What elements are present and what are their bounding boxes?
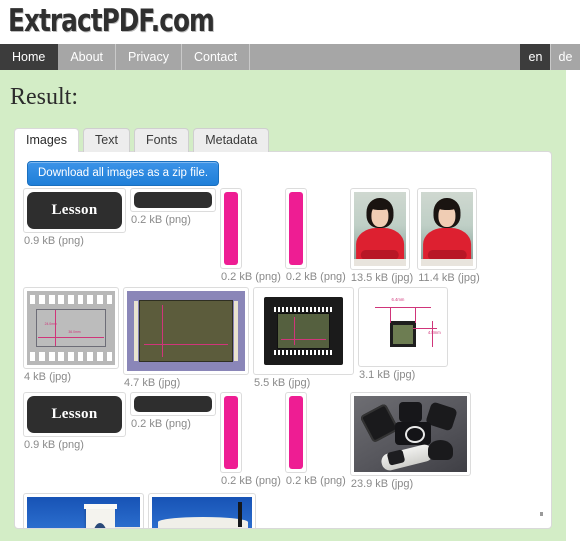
nav-item-about[interactable]: About [58,44,117,70]
image-thumbnail[interactable]: 6.6 kB (jpg) [148,493,256,528]
thumbnail-frame[interactable]: Lesson [23,392,126,437]
language-en[interactable]: en [520,44,550,70]
nav-links: Home About Privacy Contact [0,44,251,70]
image-thumbnail[interactable]: 0.2 kB (png) [220,188,281,284]
thumbnail-frame[interactable] [123,287,249,375]
image-thumbnail[interactable]: 6.4mm 4.8mm 3.1 kB (jpg) [358,287,448,382]
thumbnail-frame[interactable] [349,392,471,476]
image-caption: 0.2 kB (png) [221,271,281,283]
page-title: Result: [10,84,79,110]
image-thumbnail[interactable]: 4.7 kB (jpg) [123,287,249,390]
image-thumbnail[interactable]: 11.4 kB (jpg) [417,188,480,285]
thumbnail-frame[interactable] [284,188,307,269]
nav-item-contact[interactable]: Contact [182,44,251,70]
image-caption: 4 kB (jpg) [24,371,72,383]
camera-gear-photo-art [353,396,467,472]
image-caption: 13.5 kB (jpg) [350,272,414,284]
portrait-photo-art [421,192,474,266]
image-thumbnail[interactable]: 13.5 kB (jpg) [349,188,414,285]
dark-bar-art [134,396,212,412]
image-thumbnail[interactable]: Lesson 0.9 kB (png) [23,392,126,452]
thumbnail-frame[interactable] [148,493,256,528]
magenta-bar-art [288,396,303,469]
image-caption: 11.4 kB (jpg) [418,272,480,284]
image-thumbnail[interactable]: 0.2 kB (png) [130,188,216,227]
image-caption: 0.2 kB (png) [285,271,346,283]
lesson-banner-art: Lesson [27,192,122,229]
images-tab-panel: Download all images as a zip file. Lesso… [14,151,552,529]
language-switcher: en de [520,44,580,70]
image-caption: 0.9 kB (png) [24,439,84,451]
thumbnail-frame[interactable] [417,188,478,270]
portrait-photo-art [353,192,406,266]
dark-bar-art [134,192,212,208]
tab-text[interactable]: Text [83,128,130,152]
tab-fonts[interactable]: Fonts [133,128,190,152]
image-thumbnail[interactable]: 5.5 kB (jpg) [253,287,354,390]
image-caption: 0.2 kB (png) [285,475,346,487]
building-arcade-photo-art [152,497,252,528]
tab-metadata[interactable]: Metadata [193,128,270,152]
image-caption: 0.2 kB (png) [131,418,191,430]
thumbnail-frame[interactable]: 6.4mm 4.8mm [358,287,448,367]
image-thumbnail[interactable]: 24.0mm 36.0mm 4 kB (jpg) [23,287,119,384]
image-caption: 4.7 kB (jpg) [124,377,181,389]
sensor-chip-art [257,291,350,371]
thumbnail-frame[interactable] [284,392,307,473]
panel-corner-mark [540,512,543,516]
site-header: ExtractPDF.com [0,0,580,42]
site-logo[interactable]: ExtractPDF.com [8,3,215,39]
image-thumbnail[interactable]: 0.2 kB (png) [284,188,346,284]
nav-item-privacy[interactable]: Privacy [116,44,182,70]
magenta-bar-art [224,396,238,469]
thumbnail-frame[interactable] [349,188,410,270]
image-caption: 0.2 kB (png) [131,214,191,226]
thumbnail-frame[interactable]: 24.0mm 36.0mm [23,287,119,369]
extracted-images-gallery: Lesson 0.9 kB (png) 0.2 kB (png) 0.2 kB … [21,188,547,528]
magenta-bar-art [224,192,238,265]
main-navigation: Home About Privacy Contact en de [0,44,580,70]
image-thumbnail[interactable]: 23.9 kB (jpg) [349,392,471,491]
image-caption: 5.5 kB (jpg) [254,377,311,389]
nav-item-home[interactable]: Home [0,44,59,70]
main-content: Result: Images Text Fonts Metadata Downl… [0,70,566,541]
download-zip-button[interactable]: Download all images as a zip file. [27,161,220,186]
image-thumbnail[interactable]: 0.2 kB (png) [130,392,216,431]
thumbnail-frame[interactable] [130,392,216,416]
result-tabs: Images Text Fonts Metadata [14,128,270,153]
image-thumbnail[interactable]: Lesson 0.9 kB (png) [23,188,126,248]
thumbnail-frame[interactable] [23,493,144,528]
thumbnail-frame[interactable]: Lesson [23,188,126,233]
image-caption: 23.9 kB (jpg) [350,478,414,490]
image-caption: 0.2 kB (png) [221,475,281,487]
sensor-diagram-art [127,291,245,371]
thumbnail-frame[interactable] [130,188,216,212]
magenta-bar-art [288,192,303,265]
extractpdf-result-page: ExtractPDF.com Home About Privacy Contac… [0,0,580,541]
thumbnail-frame[interactable] [220,188,242,269]
lesson-banner-art: Lesson [27,396,122,433]
film-strip-art: 24.0mm 36.0mm [27,291,115,365]
image-caption: 3.1 kB (jpg) [359,369,416,381]
tab-images[interactable]: Images [14,128,79,153]
building-photo-art [27,497,140,528]
image-thumbnail[interactable]: 0.2 kB (png) [220,392,281,488]
image-thumbnail[interactable]: 0.2 kB (png) [284,392,346,488]
image-thumbnail[interactable]: 5.7 kB (jpg) [23,493,144,528]
thumbnail-frame[interactable] [253,287,354,375]
dimension-diagram-art: 6.4mm 4.8mm [362,291,444,363]
image-caption: 0.9 kB (png) [24,235,84,247]
thumbnail-frame[interactable] [220,392,242,473]
language-de[interactable]: de [550,44,580,70]
